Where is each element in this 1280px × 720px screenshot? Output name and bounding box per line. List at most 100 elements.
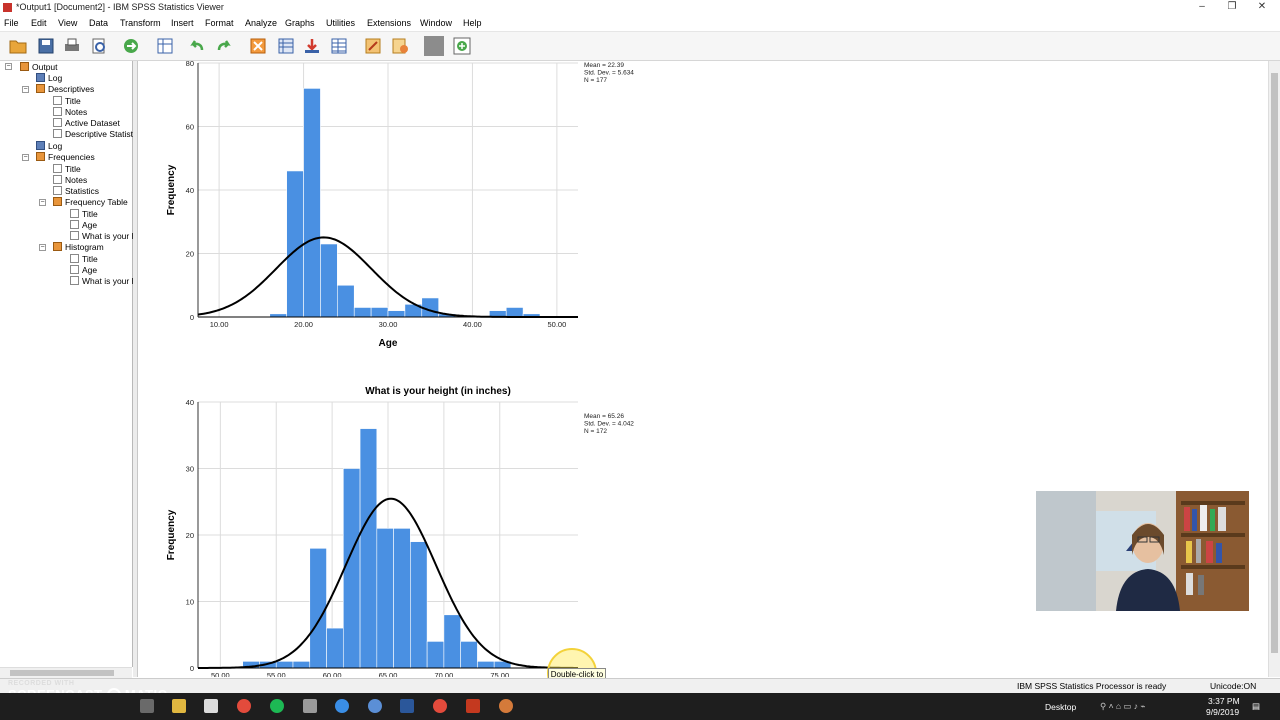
histogram-bar [337, 284, 355, 318]
tree-node-histogram[interactable]: Histogram [53, 242, 104, 252]
task-view-icon[interactable] [140, 699, 154, 713]
script-icon[interactable] [390, 36, 410, 56]
maximize-button[interactable]: ❐ [1217, 1, 1247, 14]
tree-node-notes[interactable]: Notes [53, 175, 87, 185]
menu-window[interactable]: Window [420, 18, 452, 28]
tree-node-statistics[interactable]: Statistics [53, 186, 99, 196]
y-tick-label: 20 [186, 531, 194, 540]
tree-node-log[interactable]: Log [36, 141, 62, 151]
menu-help[interactable]: Help [463, 18, 482, 28]
tree-node-frequencies[interactable]: Frequencies [36, 152, 95, 162]
chart-stats-line: Std. Dev. = 4.042 [584, 421, 634, 428]
edit-icon[interactable] [363, 36, 383, 56]
tree-node-title[interactable]: Title [70, 209, 98, 219]
open-icon[interactable] [8, 36, 28, 56]
tree-node-notes[interactable]: Notes [53, 107, 87, 117]
collapse-toggle[interactable]: − [39, 199, 46, 206]
menu-transform[interactable]: Transform [120, 18, 161, 28]
desktop-toolbar[interactable]: Desktop [1045, 702, 1076, 712]
title-bar: *Output1 [Document2] - IBM SPSS Statisti… [0, 0, 1280, 15]
print-preview-icon[interactable] [89, 36, 109, 56]
tree-node-descriptive-statistics[interactable]: Descriptive Statist [53, 129, 133, 139]
tree-node-label: Descriptives [48, 84, 95, 94]
hide-icon[interactable] [424, 36, 444, 56]
chrome-icon-2[interactable] [433, 699, 447, 713]
collapse-toggle[interactable]: − [22, 86, 29, 93]
notifications-icon[interactable]: ▤ [1252, 701, 1260, 712]
y-tick-label: 40 [186, 186, 194, 195]
tree-node-height-table[interactable]: What is your h [70, 231, 136, 241]
page-icon [70, 254, 79, 263]
scrollbar-thumb[interactable] [1271, 73, 1278, 653]
menu-edit[interactable]: Edit [31, 18, 47, 28]
tree-node-title[interactable]: Title [70, 254, 98, 264]
y-axis-title: Frequency [166, 164, 177, 215]
variables-icon[interactable] [276, 36, 296, 56]
tree-horizontal-scrollbar[interactable] [0, 667, 132, 678]
go-to-data-icon[interactable] [155, 36, 175, 56]
collapse-toggle[interactable]: − [39, 244, 46, 251]
collapse-toggle[interactable]: − [5, 63, 12, 70]
close-button[interactable]: ✕ [1247, 1, 1277, 14]
x-tick-label: 50.00 [211, 671, 230, 677]
menu-data[interactable]: Data [89, 18, 108, 28]
file-explorer-icon[interactable] [172, 699, 186, 713]
menu-graphs[interactable]: Graphs [285, 18, 315, 28]
tree-node-label: Log [48, 73, 63, 83]
tree-node-label: Notes [65, 175, 88, 185]
y-tick-label: 10 [186, 598, 194, 607]
menu-insert[interactable]: Insert [171, 18, 194, 28]
export-icon[interactable] [121, 36, 141, 56]
designate-window-icon[interactable] [329, 36, 349, 56]
window-title: *Output1 [Document2] - IBM SPSS Statisti… [16, 2, 224, 12]
menu-file[interactable]: File [4, 18, 19, 28]
menu-format[interactable]: Format [205, 18, 234, 28]
tree-node-log[interactable]: Log [36, 73, 62, 83]
mail-icon[interactable] [204, 699, 218, 713]
spss-taskbar-icon[interactable] [368, 699, 382, 713]
tree-node-age[interactable]: Age [70, 220, 97, 230]
tree-node-output[interactable]: Output [20, 62, 58, 72]
tray-icons[interactable]: ⚲ ˄ ⌂ ▭ ♪ ⌁ [1100, 701, 1146, 712]
page-icon [70, 209, 79, 218]
run-icon[interactable] [452, 36, 472, 56]
tree-node-label: Age [82, 265, 98, 275]
tree-node-active-dataset[interactable]: Active Dataset [53, 118, 120, 128]
menu-utilities[interactable]: Utilities [326, 18, 355, 28]
browser-icon[interactable] [335, 699, 349, 713]
tree-node-frequency-table[interactable]: Frequency Table [53, 197, 128, 207]
print-icon[interactable] [62, 36, 82, 56]
insert-output-icon[interactable] [302, 36, 322, 56]
clock-date[interactable]: 9/9/2019 [1206, 707, 1239, 717]
menu-analyze[interactable]: Analyze [245, 18, 277, 28]
content-vertical-scrollbar[interactable] [1268, 61, 1280, 677]
menu-extensions[interactable]: Extensions [367, 18, 411, 28]
tree-node-descriptives[interactable]: Descriptives [36, 84, 94, 94]
histogram-bar [426, 641, 445, 669]
calculator-icon[interactable] [303, 699, 317, 713]
powerpoint-icon[interactable] [466, 699, 480, 713]
histogram-bar [443, 614, 461, 669]
go-to-case-icon[interactable] [248, 36, 268, 56]
tree-node-label: Log [48, 141, 63, 151]
tree-node-title[interactable]: Title [53, 164, 81, 174]
clock-time[interactable]: 3:37 PM [1208, 696, 1240, 706]
collapse-toggle[interactable]: − [22, 154, 29, 161]
tree-node-height-histogram[interactable]: What is your h [70, 276, 136, 286]
tree-node-age-histogram[interactable]: Age [70, 265, 97, 275]
redo-icon[interactable] [214, 36, 234, 56]
tree-node-title[interactable]: Title [53, 96, 81, 106]
minimize-button[interactable]: – [1187, 1, 1217, 14]
histogram-bar [326, 627, 344, 669]
undo-icon[interactable] [187, 36, 207, 56]
menu-view[interactable]: View [58, 18, 77, 28]
scrollbar-thumb[interactable] [10, 670, 114, 676]
windows-taskbar: Desktop ⚲ ˄ ⌂ ▭ ♪ ⌁ 3:37 PM 9/9/2019 ▤ [0, 693, 1280, 720]
word-icon[interactable] [400, 699, 414, 713]
spotify-icon[interactable] [270, 699, 284, 713]
y-tick-label: 60 [186, 123, 194, 132]
webcam-overlay [1036, 491, 1249, 611]
screencast-icon[interactable] [499, 699, 513, 713]
save-icon[interactable] [36, 36, 56, 56]
chrome-icon[interactable] [237, 699, 251, 713]
